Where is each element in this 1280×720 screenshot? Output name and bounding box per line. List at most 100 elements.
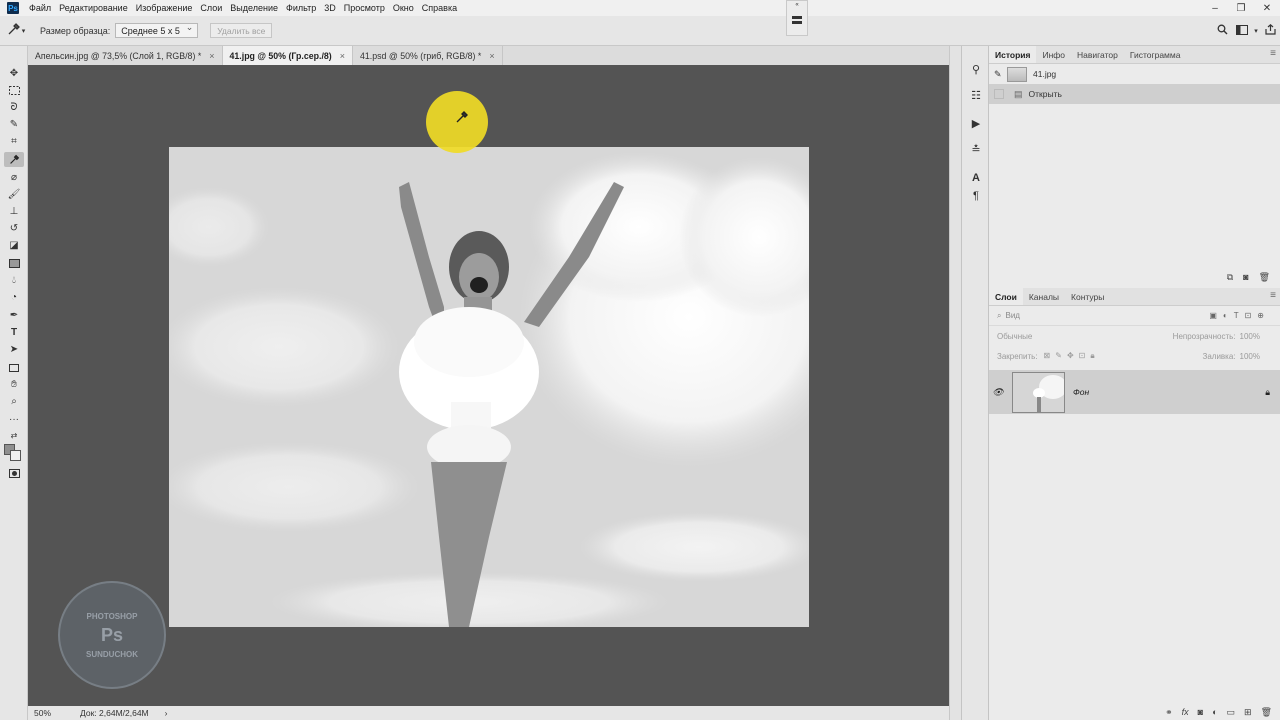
tab-channels[interactable]: Каналы [1023,288,1065,305]
brush-tool-icon[interactable]: 🖌︎ [4,187,24,202]
history-entry[interactable]: ▤ Открыть [989,84,1280,104]
layer-mask-icon[interactable]: ◙ [1198,707,1203,717]
layer-row[interactable]: 👁︎ Фон 🔒︎ [989,370,1280,414]
type-tool-icon[interactable]: T [4,325,24,340]
opacity-value[interactable]: 100% [1240,332,1260,341]
history-panel-tabs: История Инфо Навигатор Гистограмма ≡ [989,46,1280,64]
document-image[interactable] [169,147,809,627]
layer-filter-row: ⌕ Вид ▣◐T⊡⊕ [989,306,1280,326]
status-menu-icon[interactable]: › [165,708,168,718]
close-icon[interactable]: ✕ [1254,0,1280,16]
canvas-area[interactable]: PHOTOSHOP Ps SUNDUCHOK [28,65,949,706]
clear-all-button[interactable]: Удалить все [210,23,273,38]
path-selection-tool-icon[interactable]: ➤ [4,342,24,357]
eyedropper-icon [7,22,21,39]
tool-preset-picker[interactable]: ▾ [0,16,32,46]
blend-row: Обычные Непрозрачность: 100% [989,326,1280,346]
menu-3d[interactable]: 3D [320,3,340,13]
new-document-from-state-icon[interactable]: ⧉ [1227,272,1233,283]
menu-view[interactable]: Просмотр [340,3,389,13]
more-tools-icon[interactable]: ··· [4,412,24,427]
quick-selection-tool-icon[interactable]: ✎ [4,117,24,132]
clone-stamp-tool-icon[interactable]: ⊥ [4,204,24,219]
doc-tab-orange[interactable]: Апельсин.jpg @ 73,5% (Слой 1, RGB/8) * × [28,46,223,65]
menu-edit[interactable]: Редактирование [55,3,132,13]
panel-menu-icon[interactable]: ≡ [1270,290,1276,301]
trash-icon[interactable]: 🗑︎ [1261,707,1272,718]
background-color-swatch[interactable] [10,450,21,461]
menu-file[interactable]: Файл [25,3,55,13]
zoom-level[interactable]: 50% [28,708,66,718]
move-tool-icon[interactable]: ✥ [4,66,24,81]
menu-help[interactable]: Справка [418,3,461,13]
blur-tool-icon[interactable]: 💧︎ [4,273,24,288]
crop-tool-icon[interactable]: ⌗ [4,134,24,149]
search-icon[interactable] [1212,24,1232,38]
menu-image[interactable]: Изображение [132,3,197,13]
tab-navigator[interactable]: Навигатор [1071,46,1124,63]
hand-tool-icon[interactable]: ✋︎ [4,377,24,392]
actions-play-icon[interactable]: ▶ [966,116,986,131]
tab-histogram[interactable]: Гистограмма [1124,46,1187,63]
properties-icon[interactable]: ≛ [966,142,986,157]
adjustment-layer-icon[interactable]: ◐ [1212,707,1217,717]
trash-icon[interactable]: 🗑︎ [1259,272,1270,283]
close-tab-icon[interactable]: × [489,51,494,61]
menu-window[interactable]: Окно [389,3,418,13]
fill-value[interactable]: 100% [1240,352,1260,361]
marquee-tool-icon[interactable] [4,83,24,98]
quick-mask-icon[interactable] [4,466,24,481]
arrange-icon[interactable] [791,15,803,27]
gradient-tool-icon[interactable] [4,256,24,271]
history-brush-tool-icon[interactable]: ↺ [4,221,24,236]
swap-colors-icon[interactable]: ⇄ [4,428,24,443]
zoom-tool-icon[interactable]: ⌕ [4,394,24,409]
lasso-tool-icon[interactable]: ᘐ [4,100,24,115]
vertical-scrollbar[interactable] [949,46,961,720]
floating-panel-control[interactable]: « [786,0,808,36]
history-checkbox[interactable] [994,89,1004,99]
restore-icon[interactable]: ❐ [1228,0,1254,16]
dodge-tool-icon[interactable]: ◔ [4,290,24,305]
character-icon[interactable]: A [966,170,986,185]
close-tab-icon[interactable]: × [209,51,214,61]
new-layer-icon[interactable]: ⊞ [1244,707,1252,718]
menu-layers[interactable]: Слои [196,3,226,13]
group-icon[interactable]: ▭ [1227,707,1236,718]
minimize-icon[interactable]: – [1202,0,1228,16]
doc-tab-41-jpg[interactable]: 41.jpg @ 50% (Гр.сер./8) × [222,46,353,65]
blend-mode-select[interactable]: Обычные [997,332,1032,341]
layer-name[interactable]: Фон [1073,387,1089,397]
eye-icon[interactable]: 👁︎ [989,387,1007,398]
healing-brush-tool-icon[interactable]: ⌀ [4,170,24,185]
lock-icons[interactable]: ⊠✎✥⊡🔒︎ [1044,351,1100,361]
camera-icon[interactable]: ◙ [1243,272,1248,282]
sample-size-select[interactable]: Среднее 5 x 5 [115,22,199,38]
paragraph-icon[interactable]: ¶ [966,188,986,203]
history-snapshot[interactable]: ✎ 41.jpg [989,64,1280,84]
doc-tab-41-psd[interactable]: 41.psd @ 50% (гриб, RGB/8) * × [353,46,503,65]
learn-icon[interactable]: ⚲ [966,62,986,77]
collapse-icon[interactable]: « [795,1,798,9]
filter-type-icons[interactable]: ▣◐T⊡⊕ [1209,311,1270,320]
menu-filter[interactable]: Фильтр [282,3,320,13]
workspace-icon[interactable] [1232,24,1252,38]
tab-history[interactable]: История [989,46,1037,63]
history-brush-source-icon[interactable]: ✎ [994,69,1002,80]
workspace-chevron-icon[interactable]: ▾ [1252,27,1260,35]
tab-info[interactable]: Инфо [1036,46,1071,63]
eraser-tool-icon[interactable]: ◪ [4,238,24,253]
close-tab-icon[interactable]: × [340,51,345,61]
fx-icon[interactable]: fx [1182,707,1189,717]
panel-menu-icon[interactable]: ≡ [1270,48,1276,59]
layer-filter-kind[interactable]: Вид [1005,311,1019,320]
adjustments-icon[interactable]: ☷ [966,88,986,103]
tab-layers[interactable]: Слои [989,288,1023,305]
link-layers-icon[interactable]: ⚭ [1165,707,1173,718]
pen-tool-icon[interactable]: ✒ [4,308,24,323]
share-icon[interactable] [1260,24,1280,38]
rectangle-tool-icon[interactable] [4,360,24,375]
eyedropper-tool-icon[interactable] [4,152,24,167]
tab-paths[interactable]: Контуры [1065,288,1110,305]
menu-select[interactable]: Выделение [226,3,282,13]
